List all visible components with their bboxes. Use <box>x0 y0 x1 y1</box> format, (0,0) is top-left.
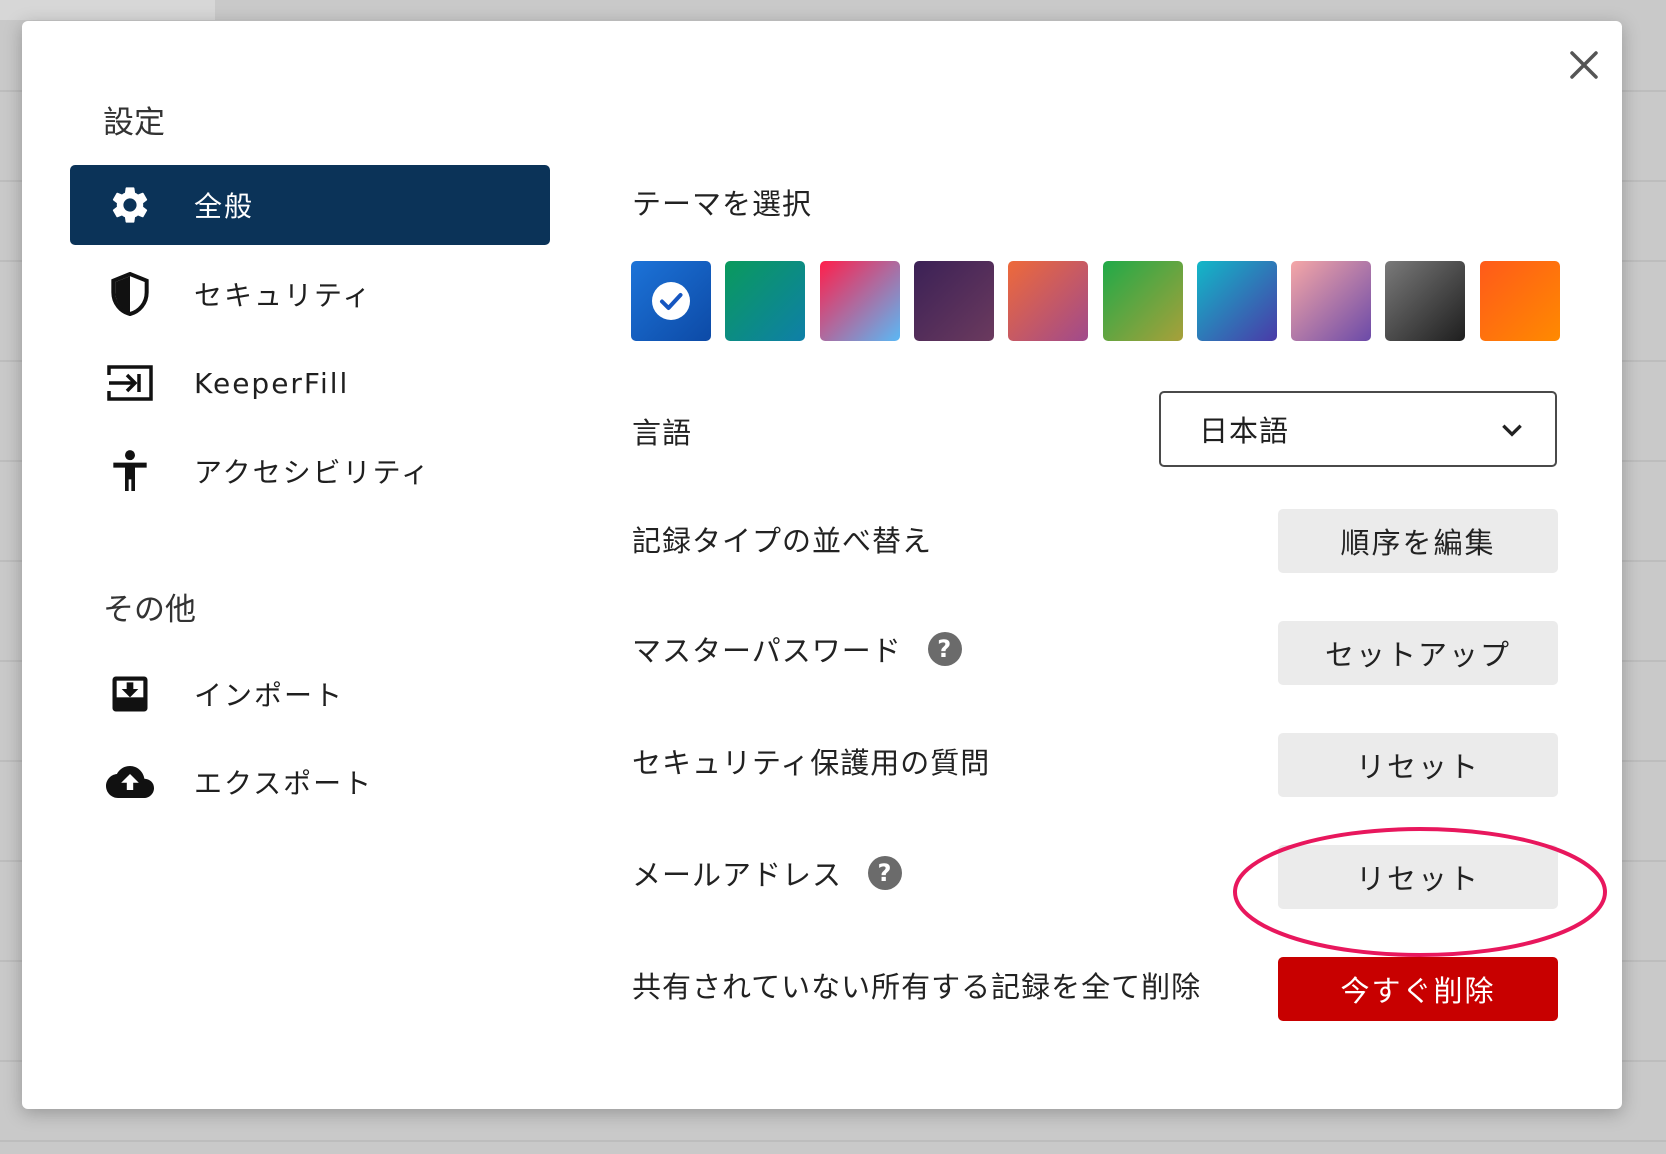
sidebar-item-label: 全般 <box>194 190 255 223</box>
settings-heading: 設定 <box>103 105 165 141</box>
setup-master-password-button[interactable]: セットアップ <box>1278 621 1558 685</box>
check-icon <box>652 282 690 320</box>
email-label: メールアドレス <box>632 858 843 892</box>
reset-email-button[interactable]: リセット <box>1278 845 1558 909</box>
language-select-value: 日本語 <box>1199 414 1290 448</box>
sidebar-item-general[interactable]: 全般 <box>70 165 550 245</box>
sidebar-item-label: インポート <box>194 679 345 712</box>
theme-swatch[interactable] <box>913 261 994 341</box>
language-label: 言語 <box>632 416 693 450</box>
other-heading: その他 <box>103 592 196 628</box>
help-icon[interactable]: ? <box>868 856 903 890</box>
import-icon <box>106 670 154 718</box>
shield-icon <box>106 270 154 318</box>
theme-swatch[interactable] <box>1291 261 1372 341</box>
delete-now-button[interactable]: 今すぐ削除 <box>1278 957 1558 1021</box>
cloud-upload-icon <box>106 758 154 806</box>
sidebar-item-label: KeeperFill <box>194 366 350 400</box>
sidebar-item-security[interactable]: セキュリティ <box>70 254 550 334</box>
theme-swatch[interactable] <box>1479 261 1560 341</box>
sidebar-item-keeperfill[interactable]: KeeperFill <box>70 343 550 423</box>
sidebar-item-accessibility[interactable]: アクセシビリティ <box>70 431 550 511</box>
master-password-label: マスターパスワード <box>632 634 902 668</box>
sidebar-item-export[interactable]: エクスポート <box>70 742 550 822</box>
sidebar-item-label: エクスポート <box>194 767 374 800</box>
edit-order-button[interactable]: 順序を編集 <box>1278 509 1558 573</box>
sidebar-item-label: セキュリティ <box>194 279 373 312</box>
theme-swatch[interactable] <box>725 261 806 341</box>
sidebar-item-label: アクセシビリティ <box>194 456 431 489</box>
language-select[interactable]: 日本語 <box>1159 391 1557 467</box>
close-icon <box>1570 51 1598 79</box>
theme-swatch[interactable] <box>1385 261 1466 341</box>
security-question-label: セキュリティ保護用の質問 <box>632 746 991 780</box>
email-label-row: メールアドレス ? <box>632 852 903 894</box>
gear-icon <box>106 181 154 229</box>
accessibility-icon <box>106 447 154 495</box>
theme-swatch[interactable] <box>1008 261 1089 341</box>
theme-swatch[interactable] <box>1102 261 1183 341</box>
close-button[interactable] <box>1562 43 1606 87</box>
theme-swatch[interactable] <box>631 261 711 341</box>
master-password-label-row: マスターパスワード ? <box>632 628 962 670</box>
reset-security-question-button[interactable]: リセット <box>1278 733 1558 797</box>
delete-records-label: 共有されていない所有する記録を全て削除 <box>632 970 1202 1004</box>
theme-swatch[interactable] <box>819 261 900 341</box>
help-icon[interactable]: ? <box>927 632 962 666</box>
record-sort-label: 記録タイプの並べ替え <box>632 524 933 558</box>
theme-label: テーマを選択 <box>632 187 813 221</box>
theme-swatch[interactable] <box>1196 261 1277 341</box>
settings-dialog: 設定 全般 セキュリティ KeeperFill アクセシビリティ その他 インポ… <box>22 21 1622 1109</box>
sidebar-item-import[interactable]: インポート <box>70 654 550 734</box>
keeperfill-icon <box>106 359 154 407</box>
chevron-down-icon <box>1502 424 1522 437</box>
